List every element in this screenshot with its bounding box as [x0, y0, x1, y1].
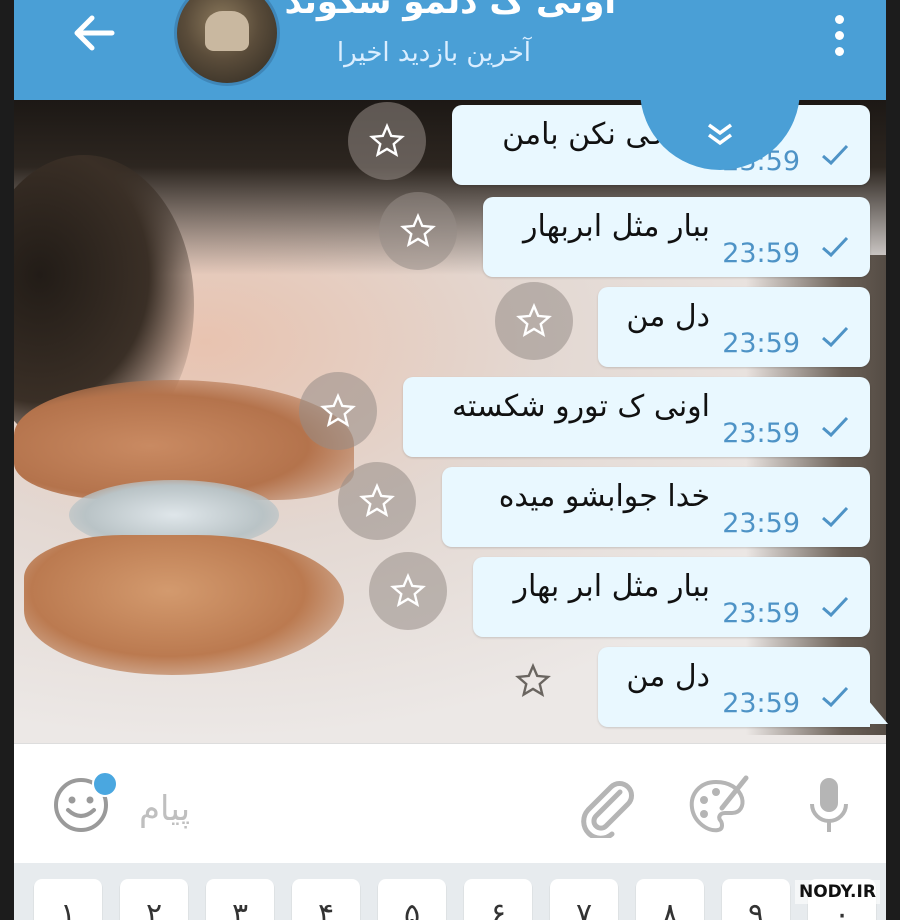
message-text: ببار مثل ابر بهار	[513, 569, 710, 604]
star-icon[interactable]	[338, 462, 416, 540]
message-bubble[interactable]: ببار مثل ابربهار 23:59	[483, 197, 870, 277]
message-bubble[interactable]: خدا جوابشو میده 23:59	[442, 467, 870, 547]
message-text: اونی ک تورو شکسته	[451, 389, 710, 424]
star-icon[interactable]	[495, 282, 573, 360]
right-border	[886, 0, 900, 920]
dot	[834, 46, 844, 56]
message-input[interactable]: پیام	[139, 789, 190, 829]
watermark: NODY.IR	[795, 880, 880, 904]
key[interactable]: ۶	[464, 879, 532, 920]
key[interactable]: ۸	[636, 879, 704, 920]
message-bubble[interactable]: ببار مثل ابر بهار 23:59	[473, 557, 870, 637]
smiley-icon	[52, 778, 114, 840]
dot	[834, 14, 844, 24]
chat-screen: تیکیگی نکن بامن 23:59 ببار مثل ابربهار 2…	[0, 0, 900, 920]
avatar[interactable]	[174, 0, 280, 86]
check-icon	[820, 143, 850, 171]
chat-title[interactable]: اونی ک دلمو شکوند	[284, 0, 616, 22]
star-icon[interactable]	[348, 102, 426, 180]
check-icon	[820, 415, 850, 443]
microphone-icon	[804, 778, 854, 842]
palette-icon	[686, 775, 750, 842]
paint-button[interactable]	[686, 774, 750, 838]
star-icon[interactable]	[369, 552, 447, 630]
arrow-left-icon	[72, 14, 116, 56]
notification-dot	[92, 771, 118, 797]
star-icon[interactable]	[513, 661, 553, 701]
check-icon	[820, 595, 850, 623]
chat-header: اونی ک دلمو شکوند آخرین بازدید اخیرا	[14, 0, 886, 100]
key[interactable]: ۴	[292, 879, 360, 920]
star-icon[interactable]	[299, 372, 377, 450]
message-text: ببار مثل ابربهار	[523, 209, 710, 244]
dot	[834, 30, 844, 40]
message-bubble[interactable]: اونی ک تورو شکسته 23:59	[403, 377, 870, 457]
back-button[interactable]	[64, 10, 124, 60]
key[interactable]: ۳	[206, 879, 274, 920]
message-time: 23:59	[722, 328, 800, 359]
attach-button[interactable]	[574, 774, 638, 841]
message-text: دل من	[626, 299, 710, 334]
wallpaper-lips-lower	[24, 535, 344, 675]
bubble-tail	[868, 700, 888, 724]
message-time: 23:59	[722, 598, 800, 629]
keyboard: ۱ ۲ ۳ ۴ ۵ ۶ ۷ ۸ ۹ ۰	[14, 863, 886, 920]
message-text: خدا جوابشو میده	[498, 479, 710, 514]
check-icon	[820, 685, 850, 713]
check-icon	[820, 505, 850, 533]
last-seen-status: آخرین بازدید اخیرا	[336, 38, 531, 68]
check-icon	[820, 235, 850, 263]
message-text: دل من	[626, 659, 710, 694]
message-time: 23:59	[722, 688, 800, 719]
message-bubble[interactable]: دل من 23:59	[598, 647, 870, 727]
check-icon	[820, 325, 850, 353]
paperclip-icon	[574, 781, 638, 842]
message-time: 23:59	[722, 238, 800, 269]
key[interactable]: ۲	[120, 879, 188, 920]
mic-button[interactable]	[804, 774, 854, 838]
message-time: 23:59	[722, 418, 800, 449]
key[interactable]: ۱	[34, 879, 102, 920]
more-menu-button[interactable]	[824, 10, 854, 60]
key[interactable]: ۹	[722, 879, 790, 920]
left-border	[0, 0, 14, 920]
key[interactable]: ۵	[378, 879, 446, 920]
message-input-bar: پیام	[14, 743, 886, 864]
message-time: 23:59	[722, 508, 800, 539]
star-icon[interactable]	[379, 192, 457, 270]
message-bubble[interactable]: دل من 23:59	[598, 287, 870, 367]
avatar-figure	[205, 11, 249, 51]
double-chevron-down-icon	[703, 122, 737, 152]
key[interactable]: ۷	[550, 879, 618, 920]
